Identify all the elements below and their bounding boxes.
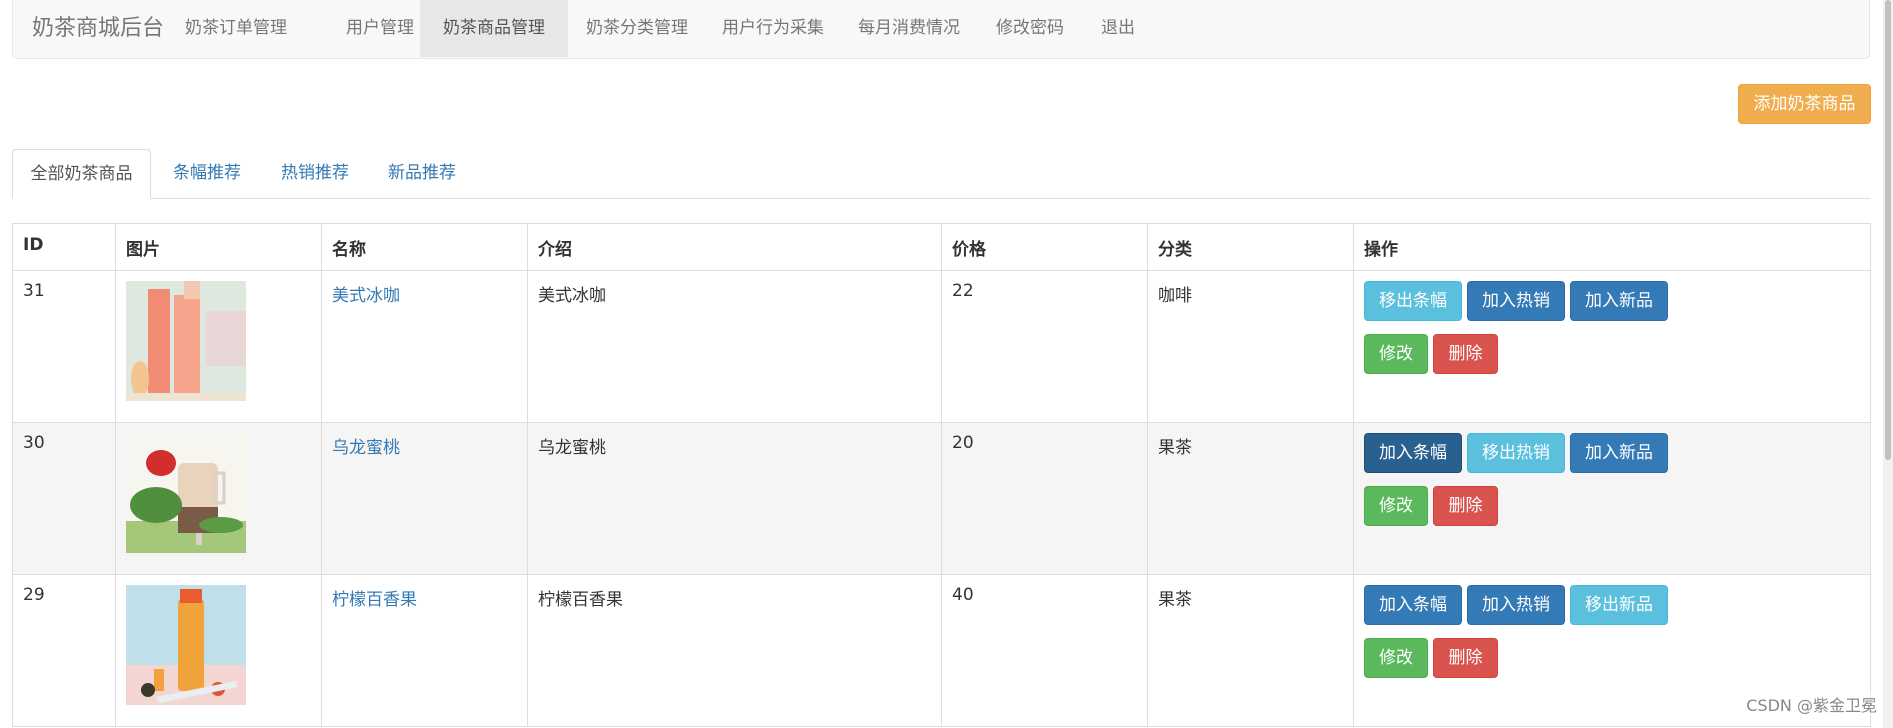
cell-id: 30: [12, 422, 116, 575]
edit-button[interactable]: 修改: [1364, 486, 1428, 526]
brand-title[interactable]: 奶茶商城后台: [32, 0, 164, 57]
product-image-lemon-passionfruit: [126, 585, 246, 705]
cell-intro: 柠檬百香果: [527, 574, 942, 727]
nav-item-monthly[interactable]: 每月消费情况: [846, 0, 972, 57]
cell-id: 29: [12, 574, 116, 727]
nav-item-password[interactable]: 修改密码: [982, 0, 1078, 57]
edit-button[interactable]: 修改: [1364, 334, 1428, 374]
products-table: ID 图片 名称 介绍 价格 分类 操作 31 美式冰咖 美式冰咖 22 咖啡 …: [12, 223, 1871, 727]
header-category: 分类: [1147, 223, 1354, 271]
header-image: 图片: [115, 223, 322, 271]
cell-id: 31: [12, 270, 116, 423]
nav-item-users[interactable]: 用户管理: [328, 0, 432, 57]
product-name-link[interactable]: 柠檬百香果: [332, 590, 417, 610]
nav-item-categories[interactable]: 奶茶分类管理: [574, 0, 700, 57]
cell-intro: 乌龙蜜桃: [527, 422, 942, 575]
scrollbar-thumb[interactable]: [1885, 0, 1891, 460]
remove-new-button[interactable]: 移出新品: [1570, 585, 1668, 625]
cell-actions: 加入条幅 移出热销 加入新品 修改 删除: [1353, 422, 1871, 575]
add-hot-button[interactable]: 加入热销: [1467, 281, 1565, 321]
nav-item-orders[interactable]: 奶茶订单管理: [164, 0, 308, 57]
add-hot-button[interactable]: 加入热销: [1467, 585, 1565, 625]
nav-item-logout[interactable]: 退出: [1088, 0, 1148, 57]
table-row: 29 柠檬百香果 柠檬百香果 40 果茶 加入条幅 加入热销 移出新品 修改 删…: [12, 574, 1871, 727]
tab-new[interactable]: 新品推荐: [378, 149, 466, 199]
nav-item-behavior[interactable]: 用户行为采集: [710, 0, 836, 57]
top-navbar: 奶茶商城后台 奶茶订单管理 用户管理 奶茶商品管理 奶茶分类管理 用户行为采集 …: [12, 0, 1870, 59]
add-new-button[interactable]: 加入新品: [1570, 433, 1668, 473]
table-row: 31 美式冰咖 美式冰咖 22 咖啡 移出条幅 加入热销 加入新品 修改 删除: [12, 270, 1871, 423]
delete-button[interactable]: 删除: [1433, 334, 1498, 374]
cell-intro: 美式冰咖: [527, 270, 942, 423]
add-product-button[interactable]: 添加奶茶商品: [1738, 84, 1871, 124]
nav-item-products[interactable]: 奶茶商品管理: [420, 0, 568, 57]
table-header-row: ID 图片 名称 介绍 价格 分类 操作: [12, 223, 1871, 271]
remove-hot-button[interactable]: 移出热销: [1467, 433, 1565, 473]
add-banner-button[interactable]: 加入条幅: [1364, 433, 1462, 473]
tab-banner[interactable]: 条幅推荐: [163, 149, 251, 199]
cell-name: 柠檬百香果: [321, 574, 528, 727]
cell-actions: 移出条幅 加入热销 加入新品 修改 删除: [1353, 270, 1871, 423]
table-row: 30 乌龙蜜桃 乌龙蜜桃 20 果茶 加入条幅 移出热销 加入新品 修改 删除: [12, 422, 1871, 575]
cell-category: 果茶: [1147, 422, 1354, 575]
delete-button[interactable]: 删除: [1433, 638, 1498, 678]
cell-image: [115, 574, 322, 727]
product-name-link[interactable]: 美式冰咖: [332, 286, 400, 306]
header-name: 名称: [321, 223, 528, 271]
cell-image: [115, 270, 322, 423]
header-id: ID: [12, 223, 116, 271]
cell-name: 乌龙蜜桃: [321, 422, 528, 575]
cell-image: [115, 422, 322, 575]
remove-banner-button[interactable]: 移出条幅: [1364, 281, 1462, 321]
cell-category: 咖啡: [1147, 270, 1354, 423]
edit-button[interactable]: 修改: [1364, 638, 1428, 678]
scrollbar[interactable]: [1883, 0, 1893, 728]
header-intro: 介绍: [527, 223, 942, 271]
product-name-link[interactable]: 乌龙蜜桃: [332, 438, 400, 458]
cell-category: 果茶: [1147, 574, 1354, 727]
delete-button[interactable]: 删除: [1433, 486, 1498, 526]
watermark: CSDN @紫金卫冕: [1746, 692, 1877, 716]
tab-all-products[interactable]: 全部奶茶商品: [12, 149, 151, 199]
header-price: 价格: [941, 223, 1148, 271]
add-new-button[interactable]: 加入新品: [1570, 281, 1668, 321]
header-actions: 操作: [1353, 223, 1871, 271]
cell-name: 美式冰咖: [321, 270, 528, 423]
product-image-iced-americano: [126, 281, 246, 401]
cell-price: 40: [941, 574, 1148, 727]
tab-hot[interactable]: 热销推荐: [271, 149, 359, 199]
add-banner-button[interactable]: 加入条幅: [1364, 585, 1462, 625]
cell-price: 22: [941, 270, 1148, 423]
cell-price: 20: [941, 422, 1148, 575]
product-image-oolong-peach: [126, 433, 246, 553]
